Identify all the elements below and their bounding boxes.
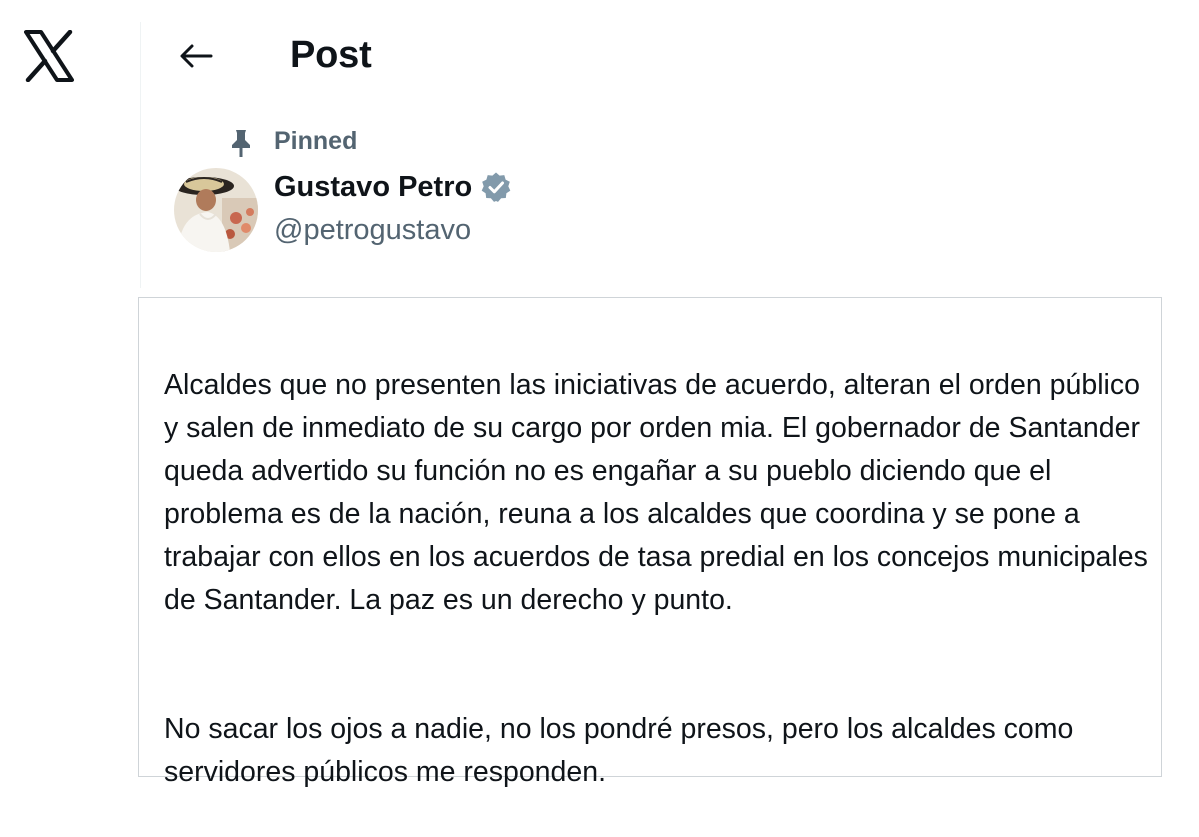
post-text: Alcaldes que no presenten las iniciativa… (164, 321, 1154, 837)
column-divider (140, 22, 141, 288)
avatar[interactable] (174, 168, 258, 252)
page-title: Post (290, 34, 372, 76)
post-paragraph: No sacar los ojos a nadie, no los pondré… (164, 713, 1074, 788)
author-name-text: Gustavo Petro (274, 171, 473, 203)
verified-badge-icon (480, 171, 512, 203)
author-handle[interactable]: @petrogustavo (274, 212, 471, 248)
author-name[interactable]: Gustavo Petro (274, 169, 512, 205)
post-paragraph: Alcaldes que no presenten las iniciativa… (164, 369, 1148, 616)
pinned-label: Pinned (274, 127, 358, 155)
arrow-left-icon (180, 44, 213, 68)
back-button[interactable] (176, 36, 216, 76)
post-text-box: Alcaldes que no presenten las iniciativa… (138, 297, 1162, 788)
x-logo-icon[interactable] (24, 29, 74, 83)
pin-icon (228, 128, 254, 158)
